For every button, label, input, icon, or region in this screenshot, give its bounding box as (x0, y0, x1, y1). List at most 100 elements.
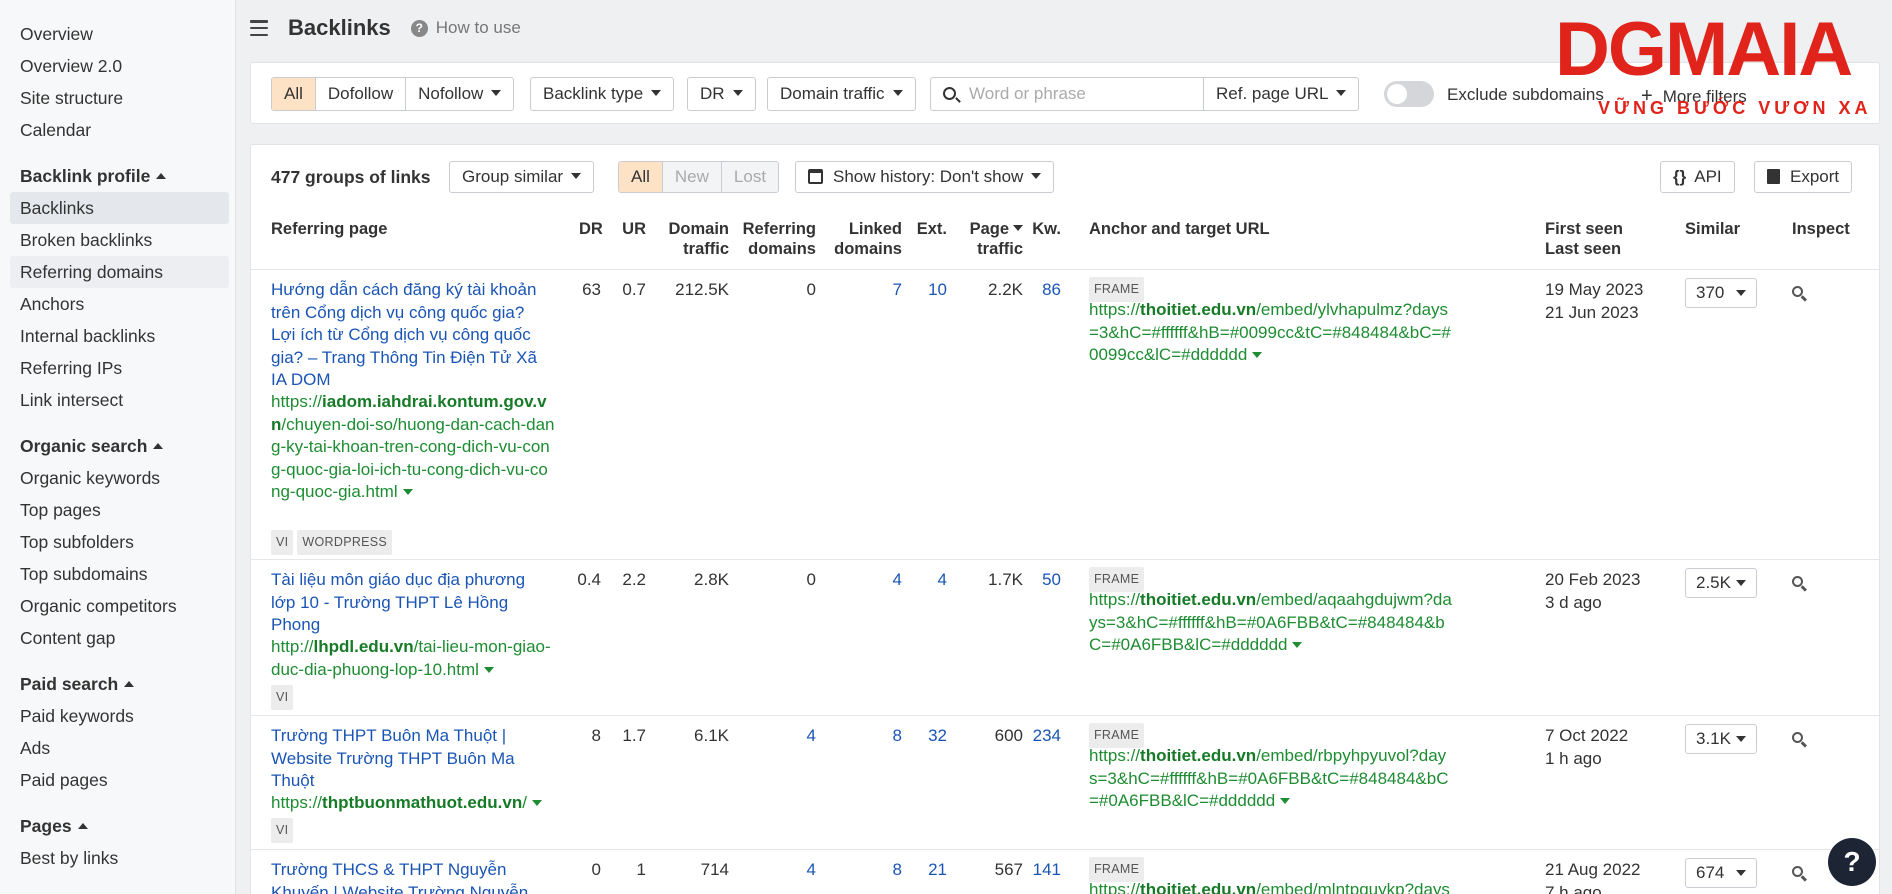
linked-domains-link[interactable]: 4 (831, 569, 902, 592)
frame-tag: FRAME (1089, 277, 1148, 302)
col-ext[interactable]: Ext. (911, 219, 947, 239)
export-button[interactable]: Export (1754, 161, 1853, 193)
referring-page-url[interactable]: https://iadom.iahdrai.kontum.gov.vn/chuy… (271, 391, 556, 504)
inspect-icon[interactable] (1792, 866, 1808, 882)
ext-link[interactable]: 21 (911, 859, 947, 882)
sidebar-item-referring-ips[interactable]: Referring IPs (10, 352, 229, 384)
inspect-icon[interactable] (1792, 286, 1808, 302)
similar-dropdown[interactable]: 674 (1685, 858, 1757, 888)
sidebar-item-top-subdomains[interactable]: Top subdomains (10, 558, 229, 590)
col-referring-page[interactable]: Referring page (271, 219, 387, 239)
help-button[interactable]: ? (1828, 838, 1876, 886)
col-page-traffic[interactable]: Page traffic (963, 219, 1023, 259)
inspect-icon[interactable] (1792, 576, 1808, 592)
section-title: Organic search (20, 436, 148, 456)
kw-link[interactable]: 141 (1031, 859, 1061, 882)
sidebar-item-broken-backlinks[interactable]: Broken backlinks (10, 224, 229, 256)
referring-page-title-link[interactable]: Tài liệu môn giáo dục địa phương lớp 10 … (271, 569, 551, 637)
col-anchor[interactable]: Anchor and target URL (1089, 219, 1270, 239)
linked-domains-link[interactable]: 7 (831, 279, 902, 302)
col-kw[interactable]: Kw. (1031, 219, 1061, 239)
referring-page-title-link[interactable]: Hướng dẫn cách đăng ký tài khoản trên Cổ… (271, 279, 551, 392)
sidebar-item-anchors[interactable]: Anchors (10, 288, 229, 320)
similar-dropdown[interactable]: 3.1K (1685, 724, 1757, 754)
col-dr[interactable]: DR (579, 219, 603, 239)
last-seen: 1 h ago (1545, 748, 1602, 768)
target-url-link[interactable]: https://thoitiet.edu.vn/embed/rbpyhpyuvo… (1089, 745, 1454, 813)
dr-value: 0.4 (577, 570, 601, 589)
show-history-dropdown[interactable]: Show history: Don't show (795, 161, 1055, 193)
sidebar-item-organic-keywords[interactable]: Organic keywords (10, 462, 229, 494)
ext-link[interactable]: 32 (911, 725, 947, 748)
ref-page-url-dropdown[interactable]: Ref. page URL (1203, 77, 1360, 111)
similar-dropdown[interactable]: 370 (1685, 278, 1757, 308)
linked-domains-link[interactable]: 8 (831, 859, 902, 882)
sidebar-section-backlink-profile[interactable]: Backlink profile (0, 160, 235, 192)
sidebar-item-referring-domains[interactable]: Referring domains (10, 256, 229, 288)
lang-tag: VI (271, 530, 294, 555)
referring-page-title-link[interactable]: Trường THPT Buôn Ma Thuột | Website Trườ… (271, 725, 551, 793)
sidebar-item-paid-keywords[interactable]: Paid keywords (10, 700, 229, 732)
ref-domains-link[interactable]: 4 (735, 725, 816, 748)
ur-value: 2.2 (622, 570, 646, 589)
sidebar-item-top-pages[interactable]: Top pages (10, 494, 229, 526)
kw-link[interactable]: 234 (1031, 725, 1061, 748)
search-box (930, 77, 1204, 111)
sidebar-item-overview-2[interactable]: Overview 2.0 (10, 50, 229, 82)
col-linked-domains[interactable]: Linked domains (831, 219, 902, 259)
exclude-subdomains-toggle[interactable] (1384, 81, 1434, 107)
url-domain: lhpdl.edu.vn (313, 637, 414, 656)
col-ur[interactable]: UR (616, 219, 646, 239)
sidebar-item-ads[interactable]: Ads (10, 732, 229, 764)
hamburger-menu-icon[interactable] (250, 20, 268, 36)
sidebar-item-calendar[interactable]: Calendar (10, 114, 229, 146)
sidebar-section-organic-search[interactable]: Organic search (0, 430, 235, 462)
sidebar-item-content-gap[interactable]: Content gap (10, 622, 229, 654)
target-url-link[interactable]: https://thoitiet.edu.vn/embed/ylvhapulmz… (1089, 299, 1454, 367)
sidebar-section-paid-search[interactable]: Paid search (0, 668, 235, 700)
search-input[interactable] (969, 82, 1189, 106)
col-first-last-seen[interactable]: First seen Last seen (1545, 219, 1623, 259)
sidebar-item-paid-pages[interactable]: Paid pages (10, 764, 229, 796)
col-domain-traffic[interactable]: Domain traffic (659, 219, 729, 259)
ext-link[interactable]: 10 (911, 279, 947, 302)
kw-link[interactable]: 50 (1031, 569, 1061, 592)
sidebar-section-pages[interactable]: Pages (0, 810, 235, 842)
status-all-button[interactable]: All (619, 162, 663, 192)
referring-page-title-link[interactable]: Trường THCS & THPT Nguyễn Khuyến | Websi… (271, 859, 551, 894)
referring-page-url[interactable]: https://thptbuonmathuot.edu.vn/ (271, 792, 556, 815)
sidebar-item-internal-backlinks[interactable]: Internal backlinks (10, 320, 229, 352)
sidebar-item-backlinks[interactable]: Backlinks (10, 192, 229, 224)
col-similar[interactable]: Similar (1685, 219, 1740, 239)
sidebar-item-site-structure[interactable]: Site structure (10, 82, 229, 114)
tags: VI (271, 818, 297, 843)
similar-dropdown[interactable]: 2.5K (1685, 568, 1757, 598)
seen-dates: 20 Feb 2023 3 d ago (1545, 569, 1640, 614)
filter-dofollow-button[interactable]: Dofollow (316, 78, 407, 110)
referring-page-url[interactable]: http://lhpdl.edu.vn/tai-lieu-mon-giao-du… (271, 636, 556, 681)
target-url-link[interactable]: https://thoitiet.edu.vn/embed/mlntpquykp… (1089, 879, 1454, 894)
sidebar-item-organic-competitors[interactable]: Organic competitors (10, 590, 229, 622)
ref-domains-link[interactable]: 4 (735, 859, 816, 882)
filter-all-button[interactable]: All (272, 78, 316, 110)
sidebar-item-overview[interactable]: Overview (10, 18, 229, 50)
dr-dropdown[interactable]: DR (687, 77, 756, 111)
backlink-type-dropdown[interactable]: Backlink type (530, 77, 675, 111)
inspect-icon[interactable] (1792, 732, 1808, 748)
ext-link[interactable]: 4 (911, 569, 947, 592)
sidebar-item-top-subfolders[interactable]: Top subfolders (10, 526, 229, 558)
target-url-link[interactable]: https://thoitiet.edu.vn/embed/aqaahgdujw… (1089, 589, 1454, 657)
filter-nofollow-dropdown[interactable]: Nofollow (406, 78, 513, 110)
sidebar-item-link-intersect[interactable]: Link intersect (10, 384, 229, 416)
status-new-button[interactable]: New (662, 162, 722, 192)
linked-domains-link[interactable]: 8 (831, 725, 902, 748)
how-to-use-link[interactable]: ? How to use (410, 18, 521, 38)
group-similar-dropdown[interactable]: Group similar (449, 161, 595, 193)
kw-link[interactable]: 86 (1031, 279, 1061, 302)
status-lost-button[interactable]: Lost (721, 162, 779, 192)
sidebar-item-best-by-links[interactable]: Best by links (10, 842, 229, 874)
domain-traffic-dropdown[interactable]: Domain traffic (767, 77, 916, 111)
divider (251, 715, 1879, 716)
api-button[interactable]: {} API (1660, 161, 1735, 193)
col-referring-domains[interactable]: Referring domains (735, 219, 816, 259)
